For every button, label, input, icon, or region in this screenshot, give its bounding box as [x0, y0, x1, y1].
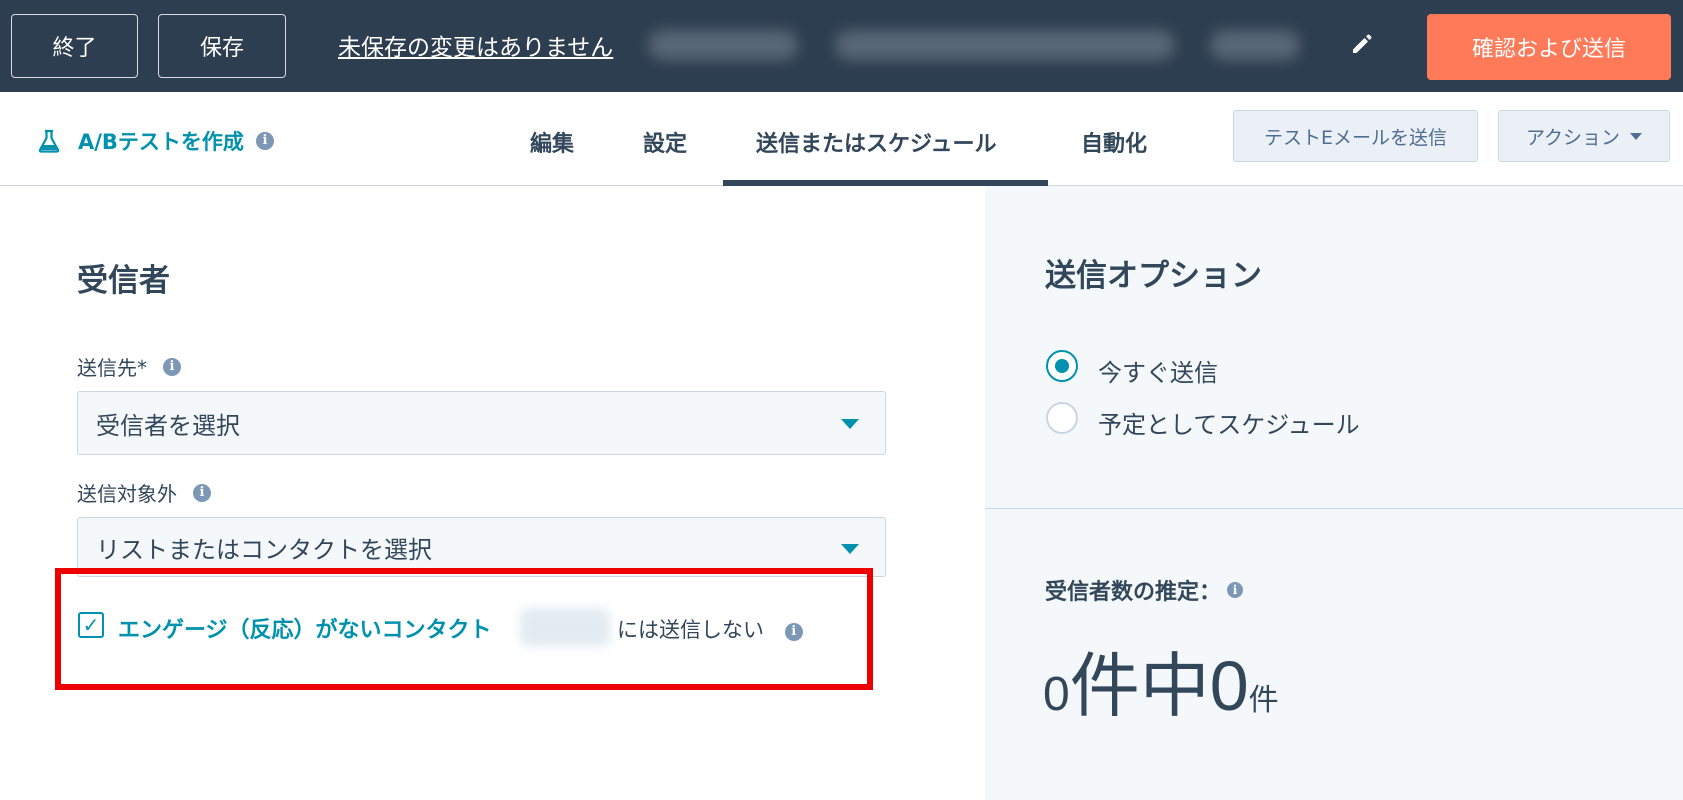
unengaged-checkbox[interactable]: ✓ [78, 612, 104, 638]
save-button[interactable]: 保存 [158, 14, 286, 78]
estimate-unit: 件中 [1069, 647, 1210, 725]
ab-test-label: A/Bテストを作成 [78, 130, 244, 154]
unsaved-changes-link[interactable]: 未保存の変更はありません [338, 28, 613, 62]
recipient-estimate-value: 0件中0件 [1043, 630, 1279, 731]
info-icon[interactable]: i [193, 483, 211, 502]
redacted-email-name [648, 30, 798, 60]
create-ab-test-link[interactable]: A/Bテストを作成 i [38, 126, 274, 156]
exclude-label-text: 送信対象外 [77, 482, 177, 506]
review-and-send-button[interactable]: 確認および送信 [1427, 14, 1671, 80]
recipient-estimate-label: 受信者数の推定： i [1045, 574, 1244, 606]
exclude-label: 送信対象外 i [77, 478, 211, 507]
send-test-email-button[interactable]: テストEメールを送信 [1233, 110, 1478, 162]
info-icon[interactable]: i [163, 357, 181, 376]
info-icon[interactable]: i [784, 623, 803, 641]
unengaged-suffix: には送信しない i [617, 614, 803, 644]
schedule-label[interactable]: 予定としてスケジュール [1098, 405, 1360, 440]
send-to-label: 送信先* i [77, 352, 181, 381]
caret-down-icon [1630, 132, 1643, 140]
actions-label: アクション [1525, 126, 1621, 149]
caret-down-icon [841, 419, 859, 429]
redacted-email-name [835, 30, 1175, 60]
pencil-icon[interactable] [1350, 32, 1374, 56]
top-bar: 終了 保存 未保存の変更はありません 確認および送信 [0, 0, 1683, 92]
actions-dropdown-button[interactable]: アクション [1498, 110, 1670, 162]
estimate-unit-small: 件 [1248, 684, 1279, 717]
radio-schedule[interactable] [1046, 402, 1078, 434]
send-to-select[interactable]: 受信者を選択 [77, 391, 886, 455]
exit-button[interactable]: 終了 [11, 14, 138, 78]
send-options-heading: 送信オプション [1045, 258, 1262, 294]
tab-send-or-schedule[interactable]: 送信またはスケジュール [756, 126, 996, 158]
send-to-placeholder: 受信者を選択 [96, 411, 240, 440]
estimate-total: 0 [1209, 647, 1249, 725]
info-icon[interactable]: i [1227, 582, 1244, 598]
send-now-label[interactable]: 今すぐ送信 [1098, 353, 1218, 388]
radio-send-now[interactable] [1046, 350, 1078, 382]
recipients-heading: 受信者 [77, 263, 170, 299]
tab-edit[interactable]: 編集 [530, 126, 574, 158]
unengaged-contacts-link[interactable]: エンゲージ（反応）がないコンタクト [118, 612, 492, 644]
exclude-placeholder: リストまたはコンタクトを選択 [96, 535, 432, 564]
info-icon[interactable]: i [255, 132, 274, 150]
divider [985, 508, 1683, 509]
tab-settings[interactable]: 設定 [643, 126, 687, 158]
redacted-count [520, 608, 610, 646]
unengaged-suffix-text: には送信しない [617, 618, 764, 642]
redacted-email-name [1210, 30, 1300, 60]
estimate-label-text: 受信者数の推定： [1045, 580, 1222, 605]
caret-down-icon [841, 544, 859, 554]
tab-automation[interactable]: 自動化 [1081, 126, 1147, 158]
flask-icon [38, 129, 60, 153]
send-to-label-text: 送信先* [77, 356, 147, 380]
estimate-count: 0 [1043, 668, 1070, 721]
